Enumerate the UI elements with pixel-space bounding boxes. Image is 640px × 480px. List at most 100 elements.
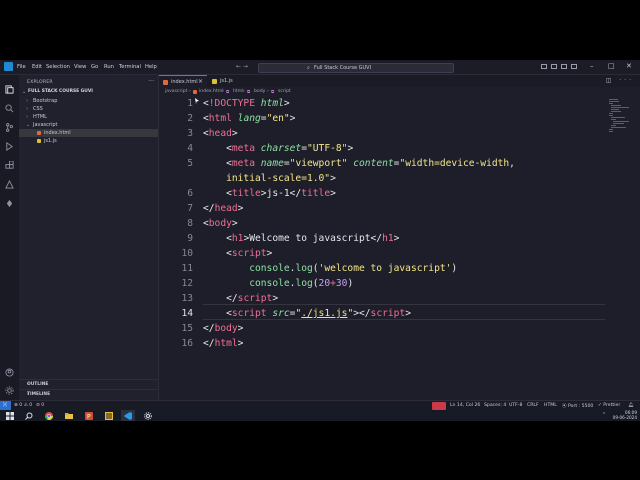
menu-help[interactable]: Help xyxy=(145,64,157,70)
code-line: <meta charset="UTF-8"> xyxy=(226,143,354,154)
settings-gear-icon[interactable] xyxy=(144,412,152,420)
explorer-title: EXPLORER xyxy=(27,80,53,85)
sync-indicator[interactable]: ⊘ 0 xyxy=(36,403,44,408)
source-control-icon[interactable] xyxy=(5,117,14,132)
line-number: 9 xyxy=(187,233,193,244)
live-server-port[interactable]: ⦿ Port : 5500 xyxy=(562,403,593,409)
toggle-sidebar-icon[interactable] xyxy=(541,64,547,69)
breadcrumb-item[interactable]: script xyxy=(278,89,291,94)
indentation[interactable]: Spaces: 4 xyxy=(484,403,506,408)
menu-selection[interactable]: Selection xyxy=(46,64,70,70)
token-link[interactable]: ./js1.js xyxy=(301,308,347,319)
code-line: </script> xyxy=(226,293,279,304)
maximize-icon[interactable]: □ xyxy=(608,62,615,70)
tab-index-html[interactable]: index.html × xyxy=(159,75,207,88)
tree-item-label: index.html xyxy=(44,130,71,136)
workspace-folder-header[interactable]: ⌄ FULL STACK COURSE GUVI xyxy=(19,88,158,96)
breadcrumb-item[interactable]: body xyxy=(254,89,265,94)
encoding[interactable]: UTF-8 xyxy=(509,403,522,408)
notes-app-icon[interactable] xyxy=(105,412,113,420)
menu-go[interactable]: Go xyxy=(91,64,98,70)
extensions-icon[interactable] xyxy=(5,155,14,169)
taskbar-search-icon[interactable] xyxy=(25,412,33,420)
tab-js1-js[interactable]: js1.js xyxy=(208,75,238,87)
breadcrumb-item[interactable]: index.html xyxy=(199,89,224,94)
run-debug-icon[interactable] xyxy=(5,136,14,151)
chevron-right-icon: › xyxy=(26,114,28,120)
explorer-icon[interactable] xyxy=(5,79,14,94)
line-number: 4 xyxy=(187,143,193,154)
code-line: <h1>Welcome to javascript</h1> xyxy=(226,233,400,244)
chevron-down-icon: ⌄ xyxy=(26,122,31,128)
menu-view[interactable]: View xyxy=(74,64,86,70)
tree-item-css[interactable]: › CSS xyxy=(19,105,158,113)
timeline-label: TIMELINE xyxy=(27,392,51,397)
menu-file[interactable]: File xyxy=(17,64,26,70)
prettier-status[interactable]: ✓ Prettier xyxy=(598,403,620,408)
html-file-icon xyxy=(163,79,168,85)
search-icon[interactable] xyxy=(5,98,14,113)
code-line: <html lang="en"> xyxy=(203,113,296,124)
tree-item-js1-js[interactable]: js1.js xyxy=(19,137,158,145)
close-icon[interactable]: ✕ xyxy=(626,62,632,70)
chevron-right-icon: › xyxy=(26,98,28,104)
bell-icon[interactable]: 🔔︎ xyxy=(628,403,634,408)
token: "viewport" xyxy=(289,158,348,169)
minimap[interactable] xyxy=(608,97,630,137)
breadcrumb-separator: › xyxy=(222,89,224,94)
token: title xyxy=(231,188,261,199)
line-ending[interactable]: CRLF xyxy=(527,403,539,408)
system-tray-icon[interactable]: ⌃ xyxy=(602,412,606,418)
minimize-icon[interactable]: – xyxy=(590,62,594,70)
menu-run[interactable]: Run xyxy=(104,64,114,70)
more-actions-icon[interactable]: ··· xyxy=(148,78,154,85)
cursor-position[interactable]: Ln 14, Col 26 xyxy=(450,403,480,408)
timeline-section[interactable]: › TIMELINE xyxy=(19,389,158,399)
html-file-icon xyxy=(193,90,197,94)
problems-indicator[interactable]: ⊗ 0 ⚠ 0 xyxy=(14,403,32,408)
activity-bar xyxy=(0,75,19,400)
breadcrumb-separator: › xyxy=(189,89,191,94)
system-clock[interactable]: 06:09 09-06-2024 xyxy=(613,410,637,420)
token: meta xyxy=(231,158,255,169)
customize-layout-icon[interactable] xyxy=(571,64,577,69)
tree-item-label: Bootstrap xyxy=(33,98,58,104)
chrome-icon[interactable] xyxy=(45,412,53,420)
toggle-panel-icon[interactable] xyxy=(551,64,557,69)
breadcrumb-item[interactable]: html xyxy=(233,89,243,94)
file-explorer-icon[interactable] xyxy=(65,412,73,420)
code-line: <body> xyxy=(203,218,238,229)
close-tab-icon[interactable]: × xyxy=(198,78,203,85)
command-center[interactable]: ⌕ Full Stack Course GUVI xyxy=(258,63,454,73)
line-number: 11 xyxy=(181,263,193,274)
vscode-taskbar-icon[interactable] xyxy=(124,412,132,420)
notification-badge[interactable] xyxy=(432,402,446,410)
toggle-secondary-sidebar-icon[interactable] xyxy=(561,64,567,69)
token: src xyxy=(272,308,290,319)
windows-start-icon[interactable] xyxy=(6,412,14,420)
editor-actions-icon[interactable]: ◫ ··· xyxy=(606,77,634,84)
menu-edit[interactable]: Edit xyxy=(32,64,42,70)
html-file-icon xyxy=(37,130,41,135)
token: 20 xyxy=(318,278,331,289)
language-mode[interactable]: HTML xyxy=(544,403,557,408)
token: html xyxy=(214,338,238,349)
token: initial-scale=1.0" xyxy=(226,173,331,184)
tree-item-bootstrap[interactable]: › Bootstrap xyxy=(19,97,158,105)
tree-item-index-html[interactable]: index.html xyxy=(19,129,158,137)
settings-gear-icon[interactable] xyxy=(5,380,14,395)
docker-icon[interactable] xyxy=(5,193,14,208)
chevron-right-icon: › xyxy=(26,106,28,112)
code-line: </head> xyxy=(203,203,244,214)
line-number: 2 xyxy=(187,113,193,124)
tree-item-html[interactable]: › HTML xyxy=(19,113,158,121)
outline-section[interactable]: › OUTLINE xyxy=(19,379,158,389)
code-editor[interactable]: 1 2 3 4 5 6 7 8 9 10 11 12 13 14 15 16 <… xyxy=(159,97,640,400)
tree-item-javascript[interactable]: ⌄ Javascript xyxy=(19,121,158,129)
breadcrumb-item[interactable]: javascript xyxy=(165,89,187,94)
testing-icon[interactable] xyxy=(5,174,14,189)
powerpoint-icon[interactable]: P xyxy=(85,412,93,420)
nav-arrows-icon[interactable]: ← → xyxy=(236,63,248,70)
menu-terminal[interactable]: Terminal xyxy=(119,64,141,70)
account-icon[interactable] xyxy=(5,362,14,377)
